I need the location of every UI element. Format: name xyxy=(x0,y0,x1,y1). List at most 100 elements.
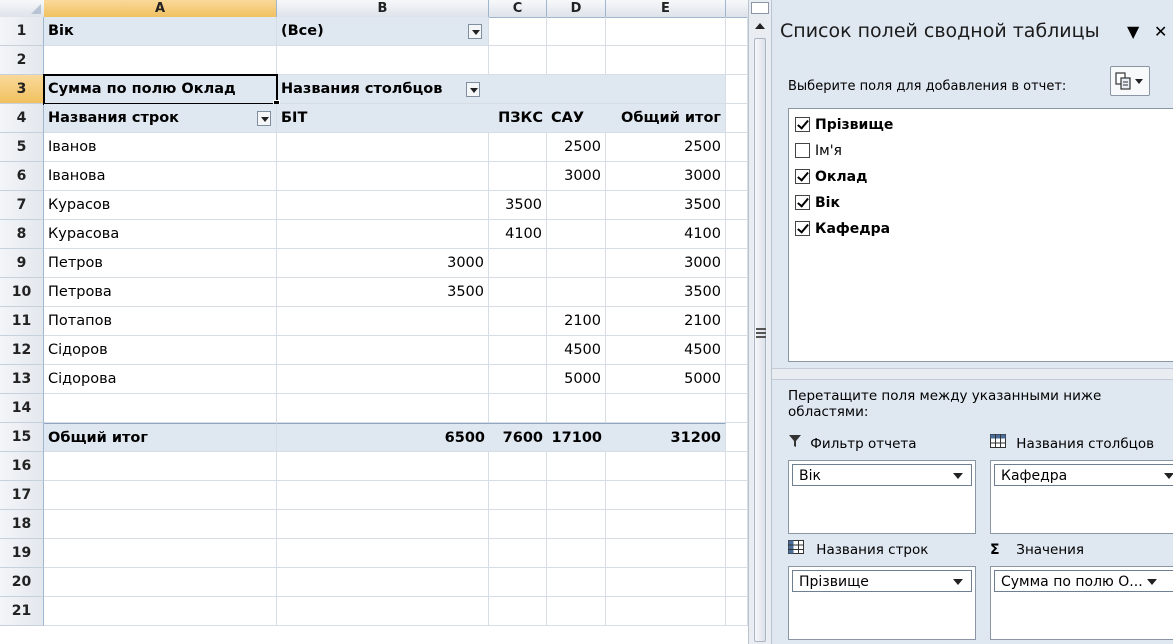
pane-splitter[interactable] xyxy=(748,0,772,644)
row-header[interactable]: 4 xyxy=(0,104,44,133)
empty-cell[interactable] xyxy=(277,481,489,510)
pivot-value-cell[interactable] xyxy=(547,191,606,220)
pivot-value-cell[interactable] xyxy=(277,162,489,191)
empty-cell[interactable] xyxy=(726,307,748,336)
pivot-value-cell[interactable] xyxy=(277,191,489,220)
empty-cell[interactable] xyxy=(726,423,748,452)
pivot-value-cell[interactable]: 4100 xyxy=(489,220,547,249)
grand-total-sau[interactable]: 17100 xyxy=(547,423,606,452)
row-header[interactable]: 15 xyxy=(0,423,44,452)
pivot-value-cell[interactable] xyxy=(547,278,606,307)
empty-cell[interactable] xyxy=(44,597,277,626)
pivot-value-cell[interactable]: 5000 xyxy=(606,365,726,394)
empty-cell[interactable] xyxy=(726,452,748,481)
pane-section-splitter[interactable] xyxy=(772,368,1173,380)
row-header[interactable]: 21 xyxy=(0,597,44,626)
values-drop-area[interactable]: Сумма по полю О... xyxy=(990,566,1173,640)
field-checkbox[interactable] xyxy=(795,143,810,158)
select-all-corner[interactable] xyxy=(0,0,45,17)
column-header-c[interactable]: C xyxy=(489,0,547,17)
pivot-value-cell[interactable] xyxy=(547,249,606,278)
pivot-value-cell[interactable]: 3500 xyxy=(277,278,489,307)
empty-cell[interactable] xyxy=(606,597,726,626)
empty-cell[interactable] xyxy=(277,46,489,75)
pivot-value-cell[interactable] xyxy=(277,336,489,365)
pivot-row-labels-caption[interactable]: Названия строк xyxy=(44,104,277,133)
pivot-value-cell[interactable] xyxy=(489,365,547,394)
empty-cell[interactable] xyxy=(726,104,748,133)
empty-cell[interactable] xyxy=(547,452,606,481)
scroll-up-arrow-icon[interactable] xyxy=(752,18,768,34)
chevron-down-icon[interactable] xyxy=(953,579,963,585)
empty-cell[interactable] xyxy=(726,510,748,539)
empty-cell[interactable] xyxy=(44,539,277,568)
empty-cell[interactable] xyxy=(726,17,748,46)
field-item-salary[interactable]: Оклад xyxy=(795,167,867,187)
empty-cell[interactable] xyxy=(606,17,726,46)
grand-total-pzks[interactable]: 7600 xyxy=(489,423,547,452)
pivot-column-header[interactable]: ПЗКС xyxy=(489,104,547,133)
pivot-row-label[interactable]: Петров xyxy=(44,249,277,278)
empty-cell[interactable] xyxy=(726,133,748,162)
row-labels-drop-area[interactable]: Прізвище xyxy=(788,566,976,640)
empty-cell[interactable] xyxy=(547,17,606,46)
pivot-value-cell[interactable]: 3000 xyxy=(606,249,726,278)
pivot-value-cell[interactable] xyxy=(277,220,489,249)
pivot-value-cell[interactable]: 2500 xyxy=(606,133,726,162)
empty-cell[interactable] xyxy=(277,452,489,481)
empty-cell[interactable] xyxy=(489,46,547,75)
empty-cell[interactable] xyxy=(726,278,748,307)
field-checkbox[interactable] xyxy=(795,117,810,132)
row-header[interactable]: 5 xyxy=(0,133,44,162)
pivot-row-label[interactable]: Курасова xyxy=(44,220,277,249)
pivot-value-cell[interactable]: 4500 xyxy=(547,336,606,365)
field-checkbox[interactable] xyxy=(795,195,810,210)
vertical-scrollbar-track[interactable] xyxy=(753,38,767,642)
empty-cell[interactable] xyxy=(277,394,489,423)
pivot-value-cell[interactable]: 3500 xyxy=(606,191,726,220)
empty-cell[interactable] xyxy=(726,46,748,75)
empty-cell[interactable] xyxy=(277,597,489,626)
empty-cell[interactable] xyxy=(547,46,606,75)
column-header-a[interactable]: A xyxy=(44,0,277,17)
field-item-name[interactable]: Ім'я xyxy=(795,141,842,161)
empty-cell[interactable] xyxy=(726,75,748,104)
field-item-age[interactable]: Вік xyxy=(795,193,840,213)
row-header[interactable]: 20 xyxy=(0,568,44,597)
column-header-d[interactable]: D xyxy=(547,0,606,17)
empty-cell[interactable] xyxy=(606,539,726,568)
row-header[interactable]: 19 xyxy=(0,539,44,568)
pivot-row-label[interactable]: Іванова xyxy=(44,162,277,191)
pivot-value-cell[interactable]: 2100 xyxy=(547,307,606,336)
pivot-value-cell[interactable] xyxy=(547,220,606,249)
pivot-value-cell[interactable]: 3500 xyxy=(606,278,726,307)
resize-grip-icon[interactable] xyxy=(756,328,766,338)
row-header[interactable]: 9 xyxy=(0,249,44,278)
empty-cell[interactable] xyxy=(547,568,606,597)
row-header[interactable]: 8 xyxy=(0,220,44,249)
pivot-column-header[interactable]: САУ xyxy=(547,104,606,133)
empty-cell[interactable] xyxy=(726,481,748,510)
filter-dropdown-button[interactable] xyxy=(468,24,482,39)
empty-cell[interactable] xyxy=(277,568,489,597)
empty-cell[interactable] xyxy=(726,162,748,191)
row-header[interactable]: 14 xyxy=(0,394,44,423)
row-header[interactable]: 18 xyxy=(0,510,44,539)
empty-cell[interactable] xyxy=(606,452,726,481)
empty-cell[interactable] xyxy=(489,568,547,597)
pivot-value-cell[interactable]: 3000 xyxy=(277,249,489,278)
row-header[interactable]: 3 xyxy=(0,75,44,104)
empty-cell[interactable] xyxy=(489,597,547,626)
pivot-value-cell[interactable]: 4500 xyxy=(606,336,726,365)
empty-cell[interactable] xyxy=(489,17,547,46)
empty-cell[interactable] xyxy=(547,394,606,423)
empty-cell[interactable] xyxy=(726,539,748,568)
empty-cell[interactable] xyxy=(726,249,748,278)
pivot-row-label[interactable]: Іванов xyxy=(44,133,277,162)
pivot-row-label[interactable]: Сідоров xyxy=(44,336,277,365)
pivot-values-caption[interactable]: Сумма по полю Оклад xyxy=(44,75,277,104)
pivot-row-label[interactable]: Потапов xyxy=(44,307,277,336)
filter-field-label[interactable]: Вік xyxy=(44,17,277,46)
pivot-row-label[interactable]: Петрова xyxy=(44,278,277,307)
values-chip[interactable]: Сумма по полю О... xyxy=(994,570,1173,592)
